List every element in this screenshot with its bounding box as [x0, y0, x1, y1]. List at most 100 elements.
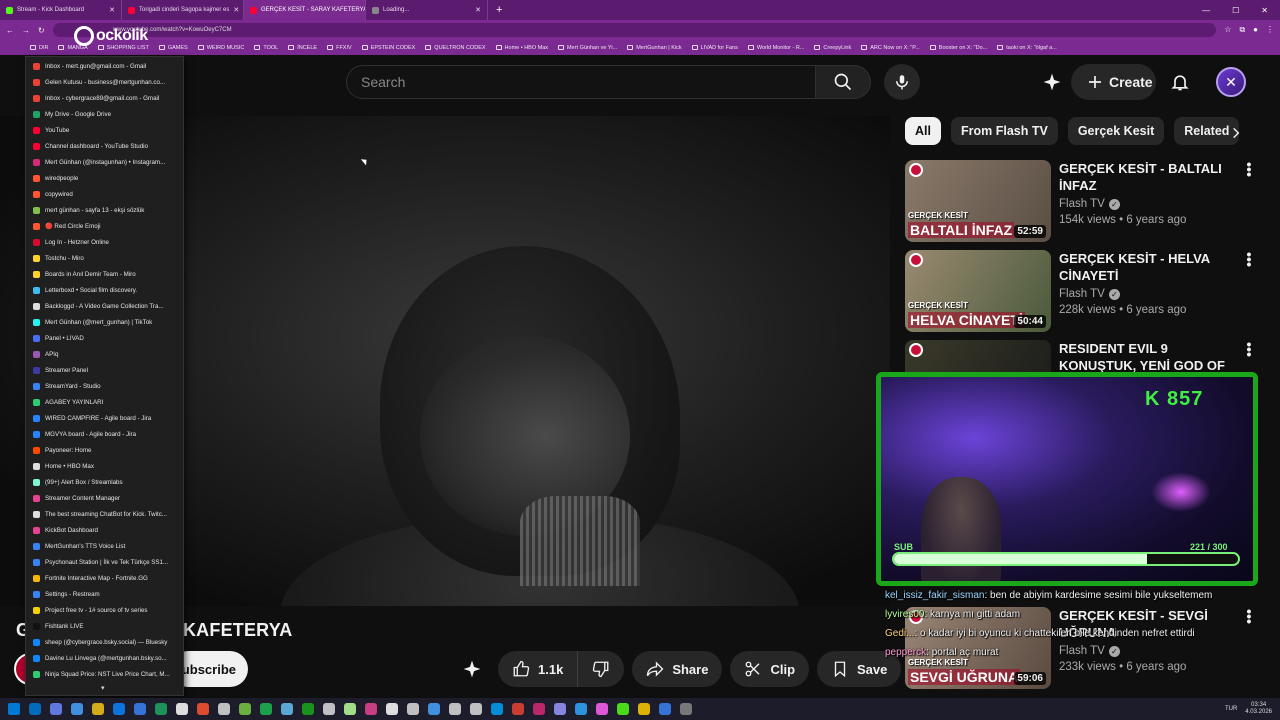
create-button[interactable]: Create [1071, 64, 1156, 100]
language-indicator[interactable]: TUR [1225, 706, 1237, 712]
menu-scroll-down-icon[interactable]: ▾ [101, 684, 105, 692]
bookmark-menu-item[interactable]: Project free tv - 1# source of tv series [26, 602, 183, 618]
taskbar-app-icon[interactable] [575, 703, 587, 715]
bookmark-menu-item[interactable]: Channel dashboard - YouTube Studio [26, 138, 183, 154]
voice-search-button[interactable] [884, 64, 920, 100]
windows-start-icon[interactable] [8, 703, 20, 715]
bookmark-menu-item[interactable]: APIq [26, 346, 183, 362]
bookmark-item[interactable]: QUELTRON CODEX [425, 45, 486, 51]
bookmark-item[interactable]: Home • HBO Max [495, 45, 548, 51]
browser-tab[interactable]: GERÇEK KESİT - SARAY KAFETERYA✕ [244, 0, 366, 20]
more-vertical-icon[interactable]: • • • [1243, 157, 1255, 181]
recommended-video[interactable]: GERÇEK KESİT BALTALI İNFAZ 52:59 GERÇEK KES… [905, 157, 1255, 244]
bookmark-item[interactable]: TOOL [254, 45, 278, 51]
address-bar[interactable]: www.youtube.com/watch?v=KowuOeyC7CM [52, 23, 1217, 37]
taskbar-app-icon[interactable] [470, 703, 482, 715]
new-tab-button[interactable]: + [488, 4, 510, 16]
taskbar-app-icon[interactable] [218, 703, 230, 715]
browser-tab[interactable]: Torigadi cinderi Sagopa kajmer es ✕ [122, 0, 244, 20]
ai-sparkle-button[interactable] [1040, 70, 1064, 94]
bookmark-menu-item[interactable]: Mert Günhan (@instagunhan) • Instagram..… [26, 154, 183, 170]
filter-chip[interactable]: Gerçek Kesit [1067, 117, 1165, 145]
bookmark-item[interactable]: CreepyLink [814, 45, 851, 51]
bookmark-menu-item[interactable]: Fortnite Interactive Map - Fortnite.GG [26, 570, 183, 586]
taskbar-app-icon[interactable] [155, 703, 167, 715]
bookmark-item[interactable]: ARC Now on X: "P... [861, 45, 920, 51]
extensions-icon[interactable]: ⧉ [1239, 25, 1245, 35]
bookmark-menu-item[interactable]: (99+) Alert Box / Streamlabs [26, 474, 183, 490]
taskbar-app-icon[interactable] [260, 703, 272, 715]
bookmark-menu-item[interactable]: Psychonaut Station | İlk ve Tek Türkçe S… [26, 554, 183, 570]
profile-icon[interactable]: ● [1253, 25, 1258, 35]
bookmark-menu-item[interactable]: Log In - Hetzner Online [26, 234, 183, 250]
bookmark-item[interactable]: LIVAD for Fans [691, 45, 738, 51]
tab-close-icon[interactable]: ✕ [475, 6, 481, 14]
taskbar-app-icon[interactable] [281, 703, 293, 715]
clock[interactable]: 03:34 4.03.2026 [1245, 702, 1272, 716]
bookmark-menu-item[interactable]: Mert Günhan (@mert_gunhan) | TikTok [26, 314, 183, 330]
bookmark-menu-item[interactable]: Davine Lu Linvega (@mertgunhan.bsky.so..… [26, 650, 183, 666]
taskbar-app-icon[interactable] [113, 703, 125, 715]
more-vertical-icon[interactable]: • • • [1243, 337, 1255, 361]
taskbar-app-icon[interactable] [428, 703, 440, 715]
bookmark-menu-item[interactable]: KickBot Dashboard [26, 522, 183, 538]
bookmark-item[interactable]: İNCELE [288, 45, 317, 51]
channel-name[interactable]: Flash TV ✓ [1059, 288, 1237, 300]
taskbar-app-icon[interactable] [680, 703, 692, 715]
bookmark-menu-item[interactable]: Settings - Restream [26, 586, 183, 602]
recommended-video-title[interactable]: GERÇEK KESİT - BALTALI İNFAZ [1059, 160, 1237, 194]
maximize-icon[interactable]: ☐ [1232, 6, 1239, 15]
video-thumbnail[interactable]: GERÇEK KESİT BALTALI İNFAZ 52:59 [905, 160, 1051, 242]
back-icon[interactable]: ← [6, 26, 14, 35]
taskbar-app-icon[interactable] [491, 703, 503, 715]
chips-next-button[interactable] [1224, 121, 1248, 145]
bookmark-menu-item[interactable]: Fishtank LIVE [26, 618, 183, 634]
taskbar-app-icon[interactable] [50, 703, 62, 715]
forward-icon[interactable]: → [22, 26, 30, 35]
tab-close-icon[interactable]: ✕ [233, 6, 239, 14]
bookmark-menu-item[interactable]: 🔴 Red Circle Emoji [26, 218, 183, 234]
bookmark-item[interactable]: EPSTEIN CODEX [361, 45, 415, 51]
browser-tab[interactable]: Stream - Kick Dashboard ✕ [0, 0, 122, 20]
bookmark-menu-item[interactable]: Payoneer: Home [26, 442, 183, 458]
taskbar-app-icon[interactable] [386, 703, 398, 715]
taskbar-app-icon[interactable] [365, 703, 377, 715]
bookmark-item[interactable]: Mert Günhan ve Yi... [558, 45, 617, 51]
bookmark-item[interactable]: GAMES [158, 45, 188, 51]
close-window-icon[interactable]: ✕ [1261, 6, 1268, 15]
like-button[interactable]: 1.1k [498, 651, 579, 687]
bookmark-item[interactable]: taoki on X: "ölgaf a... [997, 45, 1057, 51]
bookmark-item[interactable]: Booster on X: "Do... [929, 45, 987, 51]
bookmark-menu-item[interactable]: Boards in Anıl Demir Team - Miro [26, 266, 183, 282]
bookmark-menu-item[interactable]: Tostchu - Miro [26, 250, 183, 266]
recommended-video-title[interactable]: GERÇEK KESİT - HELVA CİNAYETİ [1059, 250, 1237, 284]
taskbar-app-icon[interactable] [176, 703, 188, 715]
taskbar-app-icon[interactable] [554, 703, 566, 715]
taskbar-app-icon[interactable] [344, 703, 356, 715]
bookmark-menu-item[interactable]: wiredpeople [26, 170, 183, 186]
bookmark-menu-item[interactable]: StreamYard - Studio [26, 378, 183, 394]
recommended-video-title[interactable]: RESIDENT EVIL 9 KONUŞTUK, YENİ GOD OF WA… [1059, 340, 1237, 374]
taskbar-app-icon[interactable] [29, 703, 41, 715]
bookmark-menu-item[interactable]: Panel • LIVAD [26, 330, 183, 346]
bookmark-menu-item[interactable]: Streamer Content Manager [26, 490, 183, 506]
bookmark-menu-item[interactable]: AGABEY YAYINLARI [26, 394, 183, 410]
taskbar-app-icon[interactable] [407, 703, 419, 715]
bookmark-menu-item[interactable]: YouTube [26, 122, 183, 138]
bookmark-menu-item[interactable]: MGVYA board - Agile board - Jira [26, 426, 183, 442]
bookmark-item[interactable]: MertGunhan | Kick [627, 45, 682, 51]
ask-ai-button[interactable] [454, 651, 490, 687]
notifications-button[interactable] [1168, 70, 1192, 94]
taskbar-app-icon[interactable] [302, 703, 314, 715]
bookmark-menu-item[interactable]: Inbox - mert.gun@gmail.com - Gmail [26, 58, 183, 74]
reload-icon[interactable]: ↻ [38, 26, 45, 35]
bookmark-menu-item[interactable]: My Drive - Google Drive [26, 106, 183, 122]
bookmark-menu-item[interactable]: mert günhan - sayfa 13 - ekşi sözlük [26, 202, 183, 218]
bookmark-item[interactable]: WEIRD MUSIC [197, 45, 244, 51]
recommended-video[interactable]: GERÇEK KESİT HELVA CİNAYETİ 50:44 GERÇEK KE… [905, 247, 1255, 334]
channel-name[interactable]: Flash TV ✓ [1059, 198, 1237, 210]
taskbar-app-icon[interactable] [323, 703, 335, 715]
bookmark-item[interactable]: World Monitor - R... [747, 45, 804, 51]
bookmark-menu-item[interactable]: Inbox - cybergrace89@gmail.com - Gmail [26, 90, 183, 106]
taskbar-app-icon[interactable] [533, 703, 545, 715]
